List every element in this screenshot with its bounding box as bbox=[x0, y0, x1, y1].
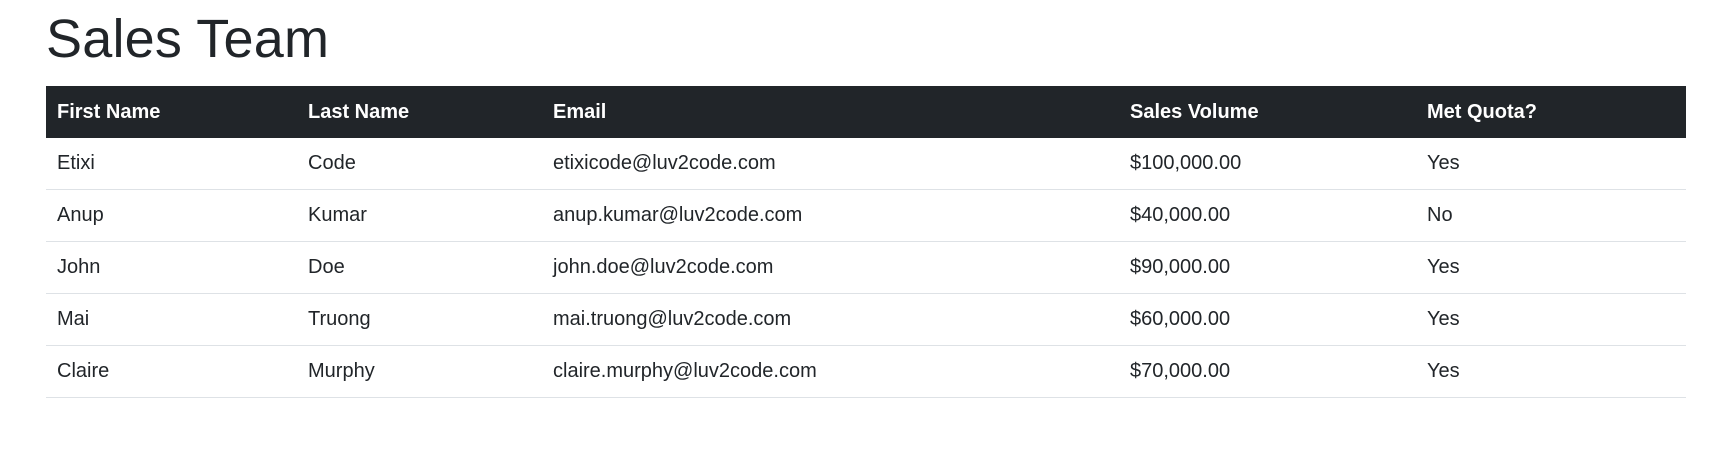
cell-met-quota: Yes bbox=[1416, 345, 1686, 398]
column-header-first-name: First Name bbox=[57, 100, 161, 123]
column-header-last-name: Last Name bbox=[308, 100, 410, 123]
cell-sales-volume: $90,000.00 bbox=[1119, 241, 1416, 294]
table-row: Claire Murphy claire.murphy@luv2code.com… bbox=[46, 345, 1686, 398]
cell-email: john.doe@luv2code.com bbox=[542, 241, 1119, 294]
table-body: Etixi Code etixicode@luv2code.com $100,0… bbox=[46, 138, 1686, 398]
cell-last-name: Kumar bbox=[297, 189, 542, 242]
cell-first-name: Claire bbox=[46, 345, 297, 398]
table-row: Etixi Code etixicode@luv2code.com $100,0… bbox=[46, 138, 1686, 190]
table-header: First Name Last Name Email Sales Volume … bbox=[46, 86, 1686, 138]
cell-email: anup.kumar@luv2code.com bbox=[542, 189, 1119, 242]
cell-first-name: Etixi bbox=[46, 138, 297, 190]
cell-first-name: Mai bbox=[46, 293, 297, 346]
column-header-email: Email bbox=[553, 100, 607, 123]
header-row: First Name Last Name Email Sales Volume … bbox=[46, 86, 1686, 138]
cell-met-quota: Yes bbox=[1416, 293, 1686, 346]
cell-last-name: Code bbox=[297, 138, 542, 190]
cell-sales-volume: $40,000.00 bbox=[1119, 189, 1416, 242]
cell-sales-volume: $70,000.00 bbox=[1119, 345, 1416, 398]
cell-last-name: Truong bbox=[297, 293, 542, 346]
column-header-met-quota: Met Quota? bbox=[1427, 100, 1537, 123]
cell-first-name: John bbox=[46, 241, 297, 294]
sales-table: First Name Last Name Email Sales Volume … bbox=[46, 86, 1686, 398]
column-header-sales-volume: Sales Volume bbox=[1130, 100, 1259, 123]
table-row: John Doe john.doe@luv2code.com $90,000.0… bbox=[46, 241, 1686, 294]
cell-email: claire.murphy@luv2code.com bbox=[542, 345, 1119, 398]
table-row: Mai Truong mai.truong@luv2code.com $60,0… bbox=[46, 293, 1686, 346]
cell-email: mai.truong@luv2code.com bbox=[542, 293, 1119, 346]
cell-met-quota: Yes bbox=[1416, 241, 1686, 294]
table-row: Anup Kumar anup.kumar@luv2code.com $40,0… bbox=[46, 189, 1686, 242]
page-container: Sales Team First Name Last Name Email Sa… bbox=[46, 0, 1686, 398]
cell-met-quota: No bbox=[1416, 189, 1686, 242]
cell-sales-volume: $60,000.00 bbox=[1119, 293, 1416, 346]
cell-email: etixicode@luv2code.com bbox=[542, 138, 1119, 190]
page-title: Sales Team bbox=[46, 9, 330, 69]
cell-last-name: Doe bbox=[297, 241, 542, 294]
cell-first-name: Anup bbox=[46, 189, 297, 242]
cell-sales-volume: $100,000.00 bbox=[1119, 138, 1416, 190]
cell-met-quota: Yes bbox=[1416, 138, 1686, 190]
cell-last-name: Murphy bbox=[297, 345, 542, 398]
